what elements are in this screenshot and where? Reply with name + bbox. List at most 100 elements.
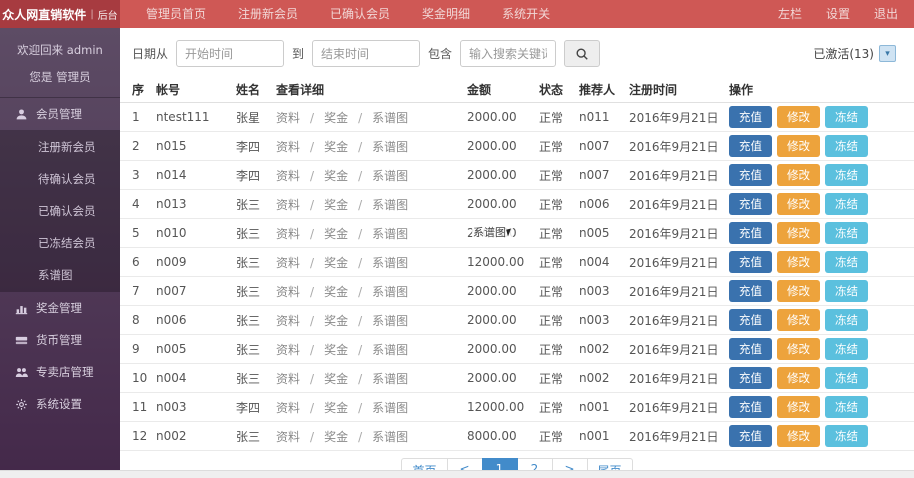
recharge-button[interactable]: 充值 <box>729 164 772 186</box>
page-prev[interactable]: < <box>447 458 483 470</box>
genealogy-link[interactable]: 系谱图 <box>372 401 408 415</box>
recharge-button[interactable]: 充值 <box>729 135 772 157</box>
sidebar-item-currency[interactable]: 货币管理 <box>0 324 120 356</box>
freeze-button[interactable]: 冻结 <box>825 367 868 389</box>
status-filter-select[interactable]: 已激活(13) ▾ <box>813 45 896 62</box>
profile-link[interactable]: 资料 <box>276 285 300 299</box>
bonus-link[interactable]: 奖金 <box>324 401 348 415</box>
edit-button[interactable]: 修改 <box>777 222 820 244</box>
date-to-input[interactable] <box>312 40 420 67</box>
bonus-link[interactable]: 奖金 <box>324 198 348 212</box>
sidebar-item-bonus[interactable]: 奖金管理 <box>0 292 120 324</box>
freeze-button[interactable]: 冻结 <box>825 280 868 302</box>
edit-button[interactable]: 修改 <box>777 338 820 360</box>
recharge-button[interactable]: 充值 <box>729 280 772 302</box>
recharge-button[interactable]: 充值 <box>729 106 772 128</box>
recharge-button[interactable]: 充值 <box>729 425 772 447</box>
edit-button[interactable]: 修改 <box>777 251 820 273</box>
profile-link[interactable]: 资料 <box>276 343 300 357</box>
topnav-item-5[interactable]: 系统开关 <box>486 0 566 28</box>
profile-link[interactable]: 资料 <box>276 430 300 444</box>
bonus-link[interactable]: 奖金 <box>324 111 348 125</box>
genealogy-link[interactable]: 系谱图 <box>372 140 408 154</box>
edit-button[interactable]: 修改 <box>777 280 820 302</box>
bonus-link[interactable]: 奖金 <box>324 227 348 241</box>
sidebar-subitem-pending-member[interactable]: 待确认会员 <box>0 163 120 195</box>
genealogy-link[interactable]: 系谱图 <box>372 111 408 125</box>
freeze-button[interactable]: 冻结 <box>825 222 868 244</box>
recharge-button[interactable]: 充值 <box>729 396 772 418</box>
edit-button[interactable]: 修改 <box>777 425 820 447</box>
topnav-item-2[interactable]: 注册新会员 <box>222 0 314 28</box>
profile-link[interactable]: 资料 <box>276 314 300 328</box>
page-next[interactable]: > <box>552 458 588 470</box>
genealogy-link[interactable]: 系谱图 <box>372 227 408 241</box>
topnav-item-3[interactable]: 已确认会员 <box>314 0 406 28</box>
profile-link[interactable]: 资料 <box>276 169 300 183</box>
freeze-button[interactable]: 冻结 <box>825 396 868 418</box>
edit-button[interactable]: 修改 <box>777 193 820 215</box>
bonus-link[interactable]: 奖金 <box>324 314 348 328</box>
freeze-button[interactable]: 冻结 <box>825 309 868 331</box>
sidebar-subitem-frozen-member[interactable]: 已冻结会员 <box>0 227 120 259</box>
genealogy-link[interactable]: 系谱图 <box>372 372 408 386</box>
edit-button[interactable]: 修改 <box>777 309 820 331</box>
profile-link[interactable]: 资料 <box>276 227 300 241</box>
bonus-link[interactable]: 奖金 <box>324 140 348 154</box>
sidebar-subitem-confirmed-member[interactable]: 已确认会员 <box>0 195 120 227</box>
bonus-link[interactable]: 奖金 <box>324 169 348 183</box>
genealogy-link[interactable]: 系谱图 <box>372 343 408 357</box>
genealogy-link[interactable]: 系谱图 <box>372 285 408 299</box>
keyword-input[interactable] <box>460 40 556 67</box>
bonus-link[interactable]: 奖金 <box>324 256 348 270</box>
recharge-button[interactable]: 充值 <box>729 367 772 389</box>
edit-button[interactable]: 修改 <box>777 164 820 186</box>
edit-button[interactable]: 修改 <box>777 396 820 418</box>
page-first[interactable]: 首页 <box>401 458 447 470</box>
freeze-button[interactable]: 冻结 <box>825 106 868 128</box>
freeze-button[interactable]: 冻结 <box>825 425 868 447</box>
sidebar-item-stores[interactable]: 专卖店管理 <box>0 356 120 388</box>
settings-link[interactable]: 设置 <box>814 0 862 28</box>
bonus-link[interactable]: 奖金 <box>324 285 348 299</box>
recharge-button[interactable]: 充值 <box>729 338 772 360</box>
edit-button[interactable]: 修改 <box>777 106 820 128</box>
edit-button[interactable]: 修改 <box>777 135 820 157</box>
sidebar-item-system[interactable]: 系统设置 <box>0 388 120 420</box>
sidebar-subitem-genealogy[interactable]: 系谱图 <box>0 259 120 291</box>
profile-link[interactable]: 资料 <box>276 372 300 386</box>
logout-link[interactable]: 退出 <box>862 0 910 28</box>
bonus-link[interactable]: 奖金 <box>324 343 348 357</box>
genealogy-link[interactable]: 系谱图 <box>372 169 408 183</box>
freeze-button[interactable]: 冻结 <box>825 193 868 215</box>
page-1[interactable]: 1 <box>482 458 518 470</box>
recharge-button[interactable]: 充值 <box>729 309 772 331</box>
topnav-item-4[interactable]: 奖金明细 <box>406 0 486 28</box>
recharge-button[interactable]: 充值 <box>729 222 772 244</box>
profile-link[interactable]: 资料 <box>276 256 300 270</box>
genealogy-link[interactable]: 系谱图 <box>372 198 408 212</box>
recharge-button[interactable]: 充值 <box>729 193 772 215</box>
genealogy-link[interactable]: 系谱图 <box>372 430 408 444</box>
recharge-button[interactable]: 充值 <box>729 251 772 273</box>
edit-button[interactable]: 修改 <box>777 367 820 389</box>
bonus-link[interactable]: 奖金 <box>324 430 348 444</box>
genealogy-link[interactable]: 系谱图 <box>372 314 408 328</box>
left-panel-link[interactable]: 左栏 <box>766 0 814 28</box>
page-last[interactable]: 尾页 <box>587 458 633 470</box>
freeze-button[interactable]: 冻结 <box>825 135 868 157</box>
topnav-item-1[interactable]: 管理员首页 <box>130 0 222 28</box>
freeze-button[interactable]: 冻结 <box>825 164 868 186</box>
profile-link[interactable]: 资料 <box>276 111 300 125</box>
date-from-input[interactable] <box>176 40 284 67</box>
freeze-button[interactable]: 冻结 <box>825 251 868 273</box>
page-2[interactable]: 2 <box>517 458 553 470</box>
profile-link[interactable]: 资料 <box>276 401 300 415</box>
profile-link[interactable]: 资料 <box>276 140 300 154</box>
profile-link[interactable]: 资料 <box>276 198 300 212</box>
sidebar-subitem-register-member[interactable]: 注册新会员 <box>0 131 120 163</box>
freeze-button[interactable]: 冻结 <box>825 338 868 360</box>
bonus-link[interactable]: 奖金 <box>324 372 348 386</box>
sidebar-item-members[interactable]: 会员管理 <box>0 98 120 130</box>
search-button[interactable] <box>564 40 600 67</box>
